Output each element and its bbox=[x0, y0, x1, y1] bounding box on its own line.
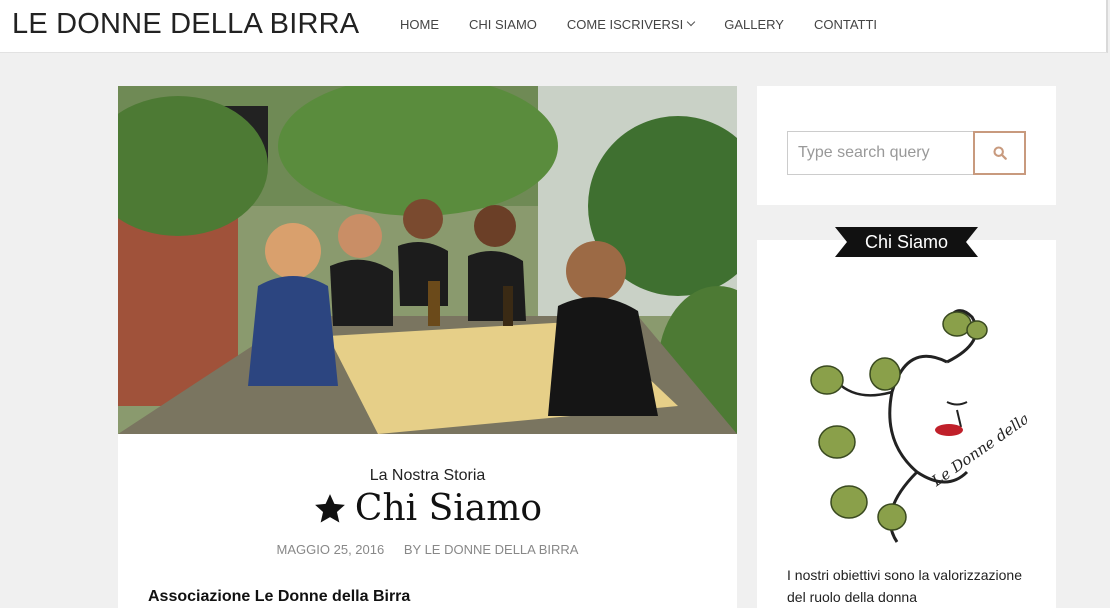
post-category[interactable]: La Nostra Storia bbox=[118, 467, 737, 485]
nav-item-chi-siamo[interactable]: CHI SIAMO bbox=[454, 17, 552, 32]
nav-item-come-iscriversi[interactable]: COME ISCRIVERSI bbox=[552, 17, 709, 32]
post-title[interactable]: Chi Siamo bbox=[118, 488, 737, 529]
post-meta: MAGGIO 25, 2016 BY LE DONNE DELLA BIRRA bbox=[118, 542, 737, 557]
post-excerpt-heading: Associazione Le Donne della Birra bbox=[148, 588, 411, 605]
widget-title: Chi Siamo bbox=[835, 227, 978, 257]
logo-text: Le Donne della Birra bbox=[928, 384, 1027, 490]
star-icon bbox=[315, 493, 345, 522]
brand-logo[interactable]: Le Donne della Birra bbox=[797, 302, 1069, 552]
search-button[interactable] bbox=[973, 131, 1026, 175]
featured-image[interactable] bbox=[118, 86, 737, 434]
nav-item-gallery[interactable]: GALLERY bbox=[709, 17, 799, 32]
search-icon bbox=[992, 146, 1007, 160]
logo-illustration: Le Donne della Birra bbox=[810, 309, 1069, 543]
about-text: I nostri obiettivi sono la valorizzazion… bbox=[787, 567, 1023, 605]
search-input[interactable] bbox=[787, 131, 974, 175]
chevron-down-icon bbox=[686, 17, 696, 27]
site-title[interactable]: LE DONNE DELLA BIRRA bbox=[12, 8, 359, 41]
site-header: LE DONNE DELLA BIRRA HOME CHI SIAMO COME… bbox=[0, 0, 1108, 53]
main-nav: HOME CHI SIAMO COME ISCRIVERSI GALLERY C… bbox=[385, 0, 892, 48]
nav-item-label: COME ISCRIVERSI bbox=[566, 16, 684, 32]
nav-item-contatti[interactable]: CONTATTI bbox=[799, 17, 892, 32]
post-title-text: Chi Siamo bbox=[354, 488, 543, 529]
nav-item-home[interactable]: HOME bbox=[385, 17, 454, 32]
widget-title-wrap: Chi Siamo bbox=[757, 227, 1056, 257]
photo-illustration bbox=[118, 86, 737, 434]
about-widget: Chi Siamo Le Donne della Birra bbox=[757, 240, 1069, 608]
post-card: La Nostra Storia Chi Siamo MAGGIO 25, 20… bbox=[118, 86, 737, 608]
post-author[interactable]: BY LE DONNE DELLA BIRRA bbox=[404, 542, 579, 557]
search-widget bbox=[757, 86, 1056, 205]
post-date[interactable]: MAGGIO 25, 2016 bbox=[277, 542, 385, 557]
